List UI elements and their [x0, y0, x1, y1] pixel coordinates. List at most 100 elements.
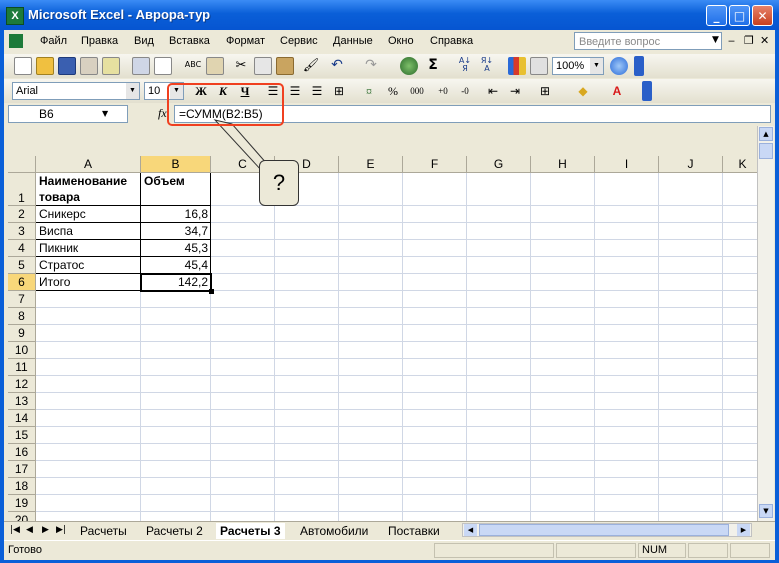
- doc-restore-icon[interactable]: ❐: [744, 34, 754, 47]
- maximize-button[interactable]: □: [729, 5, 750, 26]
- sheet-tab-raschety-2[interactable]: Расчеты 2: [142, 523, 207, 539]
- print-preview-icon[interactable]: [154, 57, 172, 75]
- row-header-4[interactable]: 4: [8, 240, 36, 257]
- last-sheet-icon[interactable]: ▶|: [56, 525, 66, 535]
- row-header-12[interactable]: 12: [8, 376, 36, 393]
- first-sheet-icon[interactable]: |◀: [10, 525, 20, 535]
- fill-color-icon[interactable]: ◆: [574, 82, 592, 100]
- chart-wizard-icon[interactable]: [508, 57, 526, 75]
- scroll-down-icon[interactable]: ▼: [759, 504, 773, 518]
- cell-a4[interactable]: Пикник: [39, 240, 139, 256]
- select-all-corner[interactable]: [8, 156, 36, 173]
- row-header-8[interactable]: 8: [8, 308, 36, 325]
- decrease-indent-icon[interactable]: ⇤: [484, 82, 502, 100]
- sheet-tab-raschety-3[interactable]: Расчеты 3: [216, 523, 285, 539]
- cut-icon[interactable]: ✂: [232, 57, 250, 75]
- col-header-e[interactable]: E: [339, 156, 403, 173]
- scroll-thumb[interactable]: [479, 524, 729, 536]
- font-color-icon[interactable]: A: [608, 82, 626, 100]
- ask-dropdown-icon[interactable]: ▼: [712, 35, 719, 45]
- cell-b1[interactable]: Объем: [144, 173, 208, 189]
- cell-a6[interactable]: Итого: [39, 274, 139, 290]
- col-header-f[interactable]: F: [403, 156, 467, 173]
- row-header-1[interactable]: 1: [8, 173, 36, 206]
- align-right-icon[interactable]: ☰: [308, 82, 326, 100]
- currency-icon[interactable]: ¤: [360, 82, 378, 100]
- save-icon[interactable]: [58, 57, 76, 75]
- col-header-i[interactable]: I: [595, 156, 659, 173]
- borders-icon[interactable]: ⊞: [536, 82, 554, 100]
- drawing-icon[interactable]: [530, 57, 548, 75]
- chevron-down-icon[interactable]: ▼: [102, 109, 108, 118]
- undo-icon[interactable]: ↶: [328, 57, 346, 75]
- excel-app-icon[interactable]: X: [6, 7, 24, 25]
- cell-b3[interactable]: 34,7: [144, 223, 208, 239]
- row-header-15[interactable]: 15: [8, 427, 36, 444]
- cell-b4[interactable]: 45,3: [144, 240, 208, 256]
- vertical-scrollbar[interactable]: ▲ ▼: [757, 126, 774, 521]
- row-header-13[interactable]: 13: [8, 393, 36, 410]
- col-header-h[interactable]: H: [531, 156, 595, 173]
- scroll-thumb[interactable]: [759, 143, 773, 159]
- percent-button[interactable]: %: [384, 82, 402, 100]
- row-header-3[interactable]: 3: [8, 223, 36, 240]
- sort-asc-icon[interactable]: A↓ Я: [456, 57, 474, 75]
- col-header-j[interactable]: J: [659, 156, 723, 173]
- col-header-g[interactable]: G: [467, 156, 531, 173]
- new-icon[interactable]: [14, 57, 32, 75]
- cell-b2[interactable]: 16,8: [144, 206, 208, 222]
- scroll-up-icon[interactable]: ▲: [759, 127, 773, 141]
- spelling-icon[interactable]: ABC: [184, 57, 202, 75]
- horizontal-scrollbar[interactable]: ◀ ▶: [462, 523, 752, 537]
- worksheet-grid[interactable]: A B C D E F G H I J K 1 2 3 4 5 6 7 8 9 …: [8, 156, 771, 551]
- menu-format[interactable]: Формат: [226, 35, 265, 47]
- ask-question-input[interactable]: Введите вопрос: [574, 32, 722, 50]
- name-box[interactable]: B6: [8, 105, 128, 123]
- align-center-icon[interactable]: ☰: [286, 82, 304, 100]
- scroll-left-icon[interactable]: ◀: [464, 524, 477, 536]
- copy-icon[interactable]: [254, 57, 272, 75]
- menu-file[interactable]: Файл: [40, 35, 67, 47]
- row-header-9[interactable]: 9: [8, 325, 36, 342]
- paste-icon[interactable]: [276, 57, 294, 75]
- email-icon[interactable]: [102, 57, 120, 75]
- row-header-10[interactable]: 10: [8, 342, 36, 359]
- print-icon[interactable]: [132, 57, 150, 75]
- increase-indent-icon[interactable]: ⇥: [506, 82, 524, 100]
- row-header-19[interactable]: 19: [8, 495, 36, 512]
- sheet-tab-postavki[interactable]: Поставки: [384, 523, 444, 539]
- row-header-7[interactable]: 7: [8, 291, 36, 308]
- chevron-down-icon[interactable]: ▼: [590, 58, 603, 74]
- minimize-button[interactable]: _: [706, 5, 727, 26]
- menu-view[interactable]: Вид: [134, 35, 154, 47]
- toolbar-options-icon[interactable]: [642, 81, 652, 101]
- next-sheet-icon[interactable]: ▶: [42, 525, 49, 535]
- research-icon[interactable]: [206, 57, 224, 75]
- toolbar-options-icon[interactable]: [634, 56, 644, 76]
- autosum-icon[interactable]: Σ: [424, 57, 442, 75]
- menu-window[interactable]: Окно: [388, 35, 414, 47]
- cell-a1[interactable]: Наименование товара: [39, 173, 139, 205]
- cell-a3[interactable]: Виспа: [39, 223, 139, 239]
- permission-icon[interactable]: [80, 57, 98, 75]
- cell-a5[interactable]: Стратос: [39, 257, 139, 273]
- row-header-11[interactable]: 11: [8, 359, 36, 376]
- zoom-select[interactable]: 100% ▼: [552, 57, 604, 75]
- font-select[interactable]: Arial ▼: [12, 82, 140, 100]
- title-bar[interactable]: X Microsoft Excel - Аврора-тур _ □ ✕: [0, 0, 779, 30]
- row-header-16[interactable]: 16: [8, 444, 36, 461]
- fill-handle[interactable]: [209, 289, 214, 294]
- workbook-icon[interactable]: [9, 34, 23, 48]
- col-header-a[interactable]: A: [36, 156, 141, 173]
- menu-edit[interactable]: Правка: [81, 35, 118, 47]
- cell-a2[interactable]: Сникерс: [39, 206, 139, 222]
- sheet-tab-avtomobili[interactable]: Автомобили: [296, 523, 372, 539]
- row-header-6[interactable]: 6: [8, 274, 36, 291]
- thousands-button[interactable]: 000: [408, 82, 426, 100]
- hyperlink-icon[interactable]: [400, 57, 418, 75]
- doc-minimize-icon[interactable]: ‒: [728, 34, 735, 47]
- col-header-b[interactable]: B: [141, 156, 211, 173]
- increase-decimal-icon[interactable]: +0: [434, 82, 452, 100]
- row-header-18[interactable]: 18: [8, 478, 36, 495]
- doc-close-icon[interactable]: ✕: [760, 34, 769, 47]
